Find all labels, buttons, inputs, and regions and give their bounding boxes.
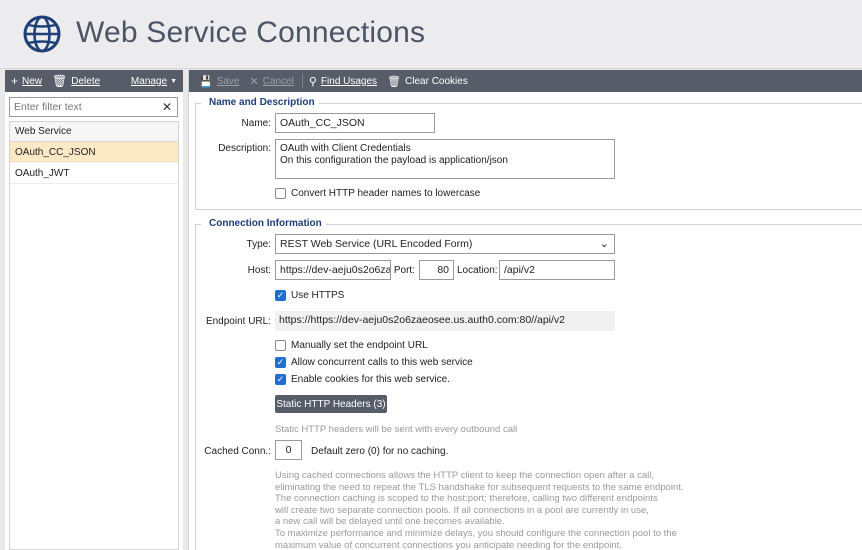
manual-endpoint-label: Manually set the endpoint URL <box>291 340 428 351</box>
close-icon: ✕ <box>249 75 259 88</box>
enable-cookies-checkbox[interactable]: ✓ Enable cookies for this web service. <box>275 374 450 385</box>
save-button[interactable]: 💾 Save <box>199 75 240 88</box>
help-line: will create two separate connection pool… <box>275 504 649 516</box>
type-label: Type: <box>246 239 271 250</box>
chevron-down-icon: ⌄ <box>599 238 609 250</box>
checkbox-unchecked-icon <box>275 340 286 351</box>
connections-panel: + New 🗑 Delete Manage ▼ ✕ Web Service OA… <box>5 70 183 550</box>
host-input[interactable]: https://dev-aeju0s2o6zae <box>275 260 391 280</box>
help-line: eliminating the need to repeat the TLS h… <box>275 481 684 493</box>
location-input[interactable]: /api/v2 <box>499 260 615 280</box>
section-title: Connection Information <box>201 218 326 229</box>
cached-connections-hint: Default zero (0) for no caching. <box>311 446 449 457</box>
checkmark-icon: ✓ <box>275 290 286 301</box>
detail-panel: 💾 Save ✕ Cancel ⚲ Find Usages 🗑 Clear Co… <box>188 70 862 550</box>
delete-button[interactable]: 🗑 Delete <box>52 74 100 88</box>
detail-toolbar: 💾 Save ✕ Cancel ⚲ Find Usages 🗑 Clear Co… <box>189 70 862 92</box>
name-description-section: Name and Description Name: OAuth_CC_JSON… <box>195 97 862 210</box>
clear-cookies-label: Clear Cookies <box>405 75 468 87</box>
type-value: REST Web Service (URL Encoded Form) <box>280 238 473 250</box>
endpoint-url-label: Endpoint URL: <box>205 316 271 327</box>
checkbox-unchecked-icon <box>275 188 286 199</box>
name-label: Name: <box>241 118 271 129</box>
help-line: Using cached connections allows the HTTP… <box>275 470 654 481</box>
port-label: Port: <box>393 265 415 276</box>
description-label: Description: <box>218 143 271 154</box>
description-line: On this configuration the payload is app… <box>280 155 508 166</box>
floppy-icon: 💾 <box>199 75 213 88</box>
host-label: Host: <box>247 265 271 276</box>
help-line: a new call will be delayed until one bec… <box>275 516 505 528</box>
use-https-label: Use HTTPS <box>291 290 345 301</box>
headers-note: Static HTTP headers will be sent with ev… <box>275 424 518 435</box>
cached-connections-input[interactable]: 0 <box>275 440 302 460</box>
clear-filter-icon[interactable]: ✕ <box>162 100 172 114</box>
static-http-headers-button[interactable]: Static HTTP Headers (3) <box>275 395 387 413</box>
cache-help-text: Using cached connections allows the HTTP… <box>275 470 695 550</box>
help-line: To maximize performance and minimize del… <box>275 527 677 539</box>
checkmark-icon: ✓ <box>275 374 286 385</box>
toolbar-divider <box>301 74 303 88</box>
cancel-button[interactable]: ✕ Cancel <box>250 75 294 88</box>
save-label: Save <box>216 75 240 87</box>
name-input[interactable]: OAuth_CC_JSON <box>275 113 435 133</box>
trash-icon: 🗑 <box>387 75 402 88</box>
web-service-list: Web Service OAuth_CC_JSON OAuth_JWT <box>9 121 179 550</box>
find-usages-button[interactable]: ⚲ Find Usages <box>309 75 377 88</box>
manage-label: Manage <box>130 75 168 87</box>
find-usages-label: Find Usages <box>320 75 378 87</box>
type-select[interactable]: REST Web Service (URL Encoded Form) ⌄ <box>275 234 615 254</box>
location-label: Location: <box>457 265 498 276</box>
checkmark-icon: ✓ <box>275 357 286 368</box>
lowercase-headers-checkbox[interactable]: Convert HTTP header names to lowercase <box>275 188 480 199</box>
description-textarea[interactable]: OAuth with Client Credentials On this co… <box>275 139 615 179</box>
manage-menu-button[interactable]: Manage ▼ <box>131 76 177 87</box>
cached-connections-label: Cached Conn.: <box>204 446 271 457</box>
description-line: OAuth with Client Credentials <box>280 143 411 154</box>
endpoint-url-value: https://https://dev-aeju0s2o6zaeosee.us.… <box>275 311 615 331</box>
connection-information-section: Connection Information Type: REST Web Se… <box>195 218 862 550</box>
caret-down-icon: ▼ <box>170 77 177 85</box>
page-title: Web Service Connections <box>76 16 426 49</box>
filter-input[interactable] <box>10 98 158 116</box>
enable-cookies-label: Enable cookies for this web service. <box>291 374 450 385</box>
help-line: maximum value of concurrent connections … <box>275 539 622 550</box>
lowercase-headers-label: Convert HTTP header names to lowercase <box>291 188 481 199</box>
clear-cookies-button[interactable]: 🗑 Clear Cookies <box>387 75 468 88</box>
plus-icon: + <box>11 74 19 88</box>
filter-field: ✕ <box>9 97 178 117</box>
delete-label: Delete <box>71 75 101 87</box>
manual-endpoint-checkbox[interactable]: Manually set the endpoint URL <box>275 340 428 351</box>
list-item-oauth-jwt[interactable]: OAuth_JWT <box>10 163 178 184</box>
search-icon: ⚲ <box>308 75 317 88</box>
cancel-label: Cancel <box>262 75 294 87</box>
concurrent-calls-label: Allow concurrent calls to this web servi… <box>291 357 473 368</box>
section-title: Name and Description <box>201 97 319 108</box>
new-button[interactable]: + New <box>11 74 42 88</box>
list-item-oauth-cc-json[interactable]: OAuth_CC_JSON <box>10 142 178 163</box>
port-input[interactable]: 80 <box>419 260 454 280</box>
new-label: New <box>22 75 43 87</box>
globe-icon <box>23 15 61 53</box>
help-line: The connection caching is scoped to the … <box>275 493 658 505</box>
use-https-checkbox[interactable]: ✓ Use HTTPS <box>275 290 344 301</box>
concurrent-calls-checkbox[interactable]: ✓ Allow concurrent calls to this web ser… <box>275 357 473 368</box>
trash-icon: 🗑 <box>52 74 68 88</box>
page-header: Web Service Connections <box>0 0 862 69</box>
list-toolbar: + New 🗑 Delete Manage ▼ <box>5 70 183 92</box>
list-header: Web Service <box>10 122 178 142</box>
